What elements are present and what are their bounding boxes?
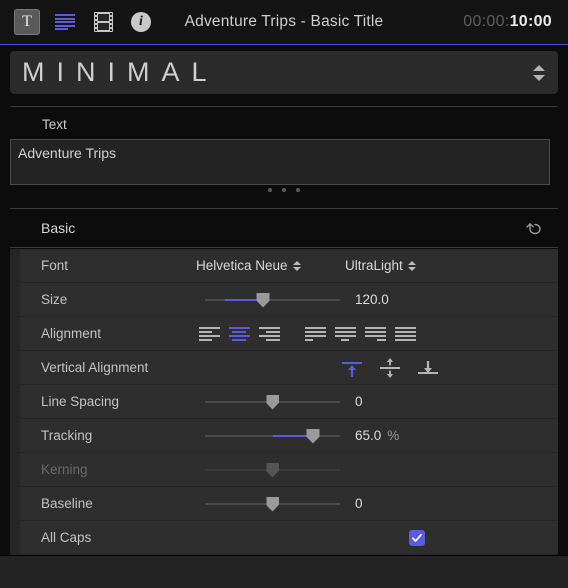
valign-bottom-icon [423,360,434,378]
preset-selector[interactable]: MINIMAL [10,51,558,94]
top-bar: T i Adventure Trips - Basic Title 00:00:… [0,0,568,45]
resize-handle-dots[interactable] [0,188,568,192]
row-all-caps: All Caps [10,521,558,555]
chevron-up-down-icon [292,260,301,271]
kerning-slider-knob [266,462,279,478]
row-kerning: Kerning [10,453,558,487]
align-left-icon [198,326,220,341]
tracking-slider[interactable] [205,428,340,444]
divider-text-top [10,106,558,107]
font-style-value: UltraLight [345,258,403,273]
all-caps-checkbox[interactable] [409,529,425,546]
timecode-display: 00:00:10:00 [463,13,552,31]
text-lines-icon[interactable] [52,9,78,35]
tool-icon-group: T i [14,9,154,35]
valign-middle-button[interactable] [378,357,402,378]
align-center-icon [228,326,250,341]
baseline-slider[interactable] [205,496,340,512]
alignment-label: Alignment [41,326,102,341]
film-strip-glyph [93,12,113,32]
align-right-button[interactable] [254,323,284,345]
baseline-label: Baseline [41,496,93,511]
tracking-label: Tracking [41,428,93,443]
row-baseline: Baseline 0 [10,487,558,521]
font-label: Font [41,258,69,273]
justify-left-button[interactable] [300,323,330,345]
text-section-label: Text [42,117,67,132]
justify-right-icon [364,326,386,341]
justify-left-icon [304,326,326,341]
tracking-value-group[interactable]: 65.0% [355,428,485,443]
preset-name: MINIMAL [22,57,219,87]
stepper-up-down-icon[interactable] [532,61,546,85]
size-value[interactable]: 120.0 [355,292,485,307]
reset-arrow-icon[interactable] [524,218,544,238]
tracking-value: 65.0 [355,428,382,443]
row-size: Size 120.0 [10,283,558,317]
text-tool-icon[interactable]: T [14,9,40,35]
line-spacing-slider-knob[interactable] [266,394,279,410]
valign-top-button[interactable] [340,358,364,378]
row-alignment: Alignment [10,317,558,351]
valign-bottom-button[interactable] [416,358,440,378]
tracking-slider-knob[interactable] [306,428,320,444]
divider-basic-bottom [10,247,558,248]
size-label: Size [41,292,68,307]
timecode-value: 10:00 [509,13,552,30]
info-icon[interactable]: i [128,9,154,35]
chevron-up-down-icon [407,260,416,271]
kerning-slider [205,462,340,478]
font-family-dropdown[interactable]: Helvetica Neue [196,258,301,273]
text-tool-label: T [22,13,32,30]
line-spacing-value[interactable]: 0 [355,394,485,409]
justify-all-icon [394,326,416,341]
all-caps-label: All Caps [41,530,92,545]
line-spacing-label: Line Spacing [41,394,120,409]
align-center-button[interactable] [224,323,254,345]
valign-top-icon [347,364,358,382]
kerning-label: Kerning [41,462,88,477]
info-glyph: i [131,12,151,32]
justify-right-button[interactable] [360,323,390,345]
alignment-button-group [194,323,420,345]
vertical-alignment-button-group [340,357,440,378]
justify-center-button[interactable] [330,323,360,345]
row-font: Font Helvetica Neue UltraLight [10,249,558,283]
parameter-rows: Font Helvetica Neue UltraLight Size 120.… [10,249,558,555]
row-tracking: Tracking 65.0% [10,419,558,453]
font-family-value: Helvetica Neue [196,258,288,273]
text-input[interactable] [10,139,550,185]
line-spacing-slider[interactable] [205,394,340,410]
size-slider-knob[interactable] [256,292,270,308]
film-strip-icon[interactable] [90,9,116,35]
font-style-dropdown[interactable]: UltraLight [345,258,416,273]
basic-section-title: Basic [41,220,76,236]
basic-section-header[interactable]: Basic [10,209,558,247]
align-right-icon [258,326,280,341]
text-lines-glyph [55,14,75,30]
size-slider[interactable] [205,292,340,308]
timecode-prefix: 00:00: [463,13,510,30]
baseline-slider-knob[interactable] [266,496,279,512]
baseline-value[interactable]: 0 [355,496,485,511]
tracking-unit: % [387,428,400,443]
row-line-spacing: Line Spacing 0 [10,385,558,419]
row-vertical-alignment: Vertical Alignment [10,351,558,385]
vertical-alignment-label: Vertical Alignment [41,360,149,375]
valign-middle-icon [385,357,396,383]
justify-all-button[interactable] [390,323,420,345]
checkmark-icon [412,533,422,542]
justify-center-icon [334,326,356,341]
bottom-panel-filler [0,555,568,588]
align-left-button[interactable] [194,323,224,345]
